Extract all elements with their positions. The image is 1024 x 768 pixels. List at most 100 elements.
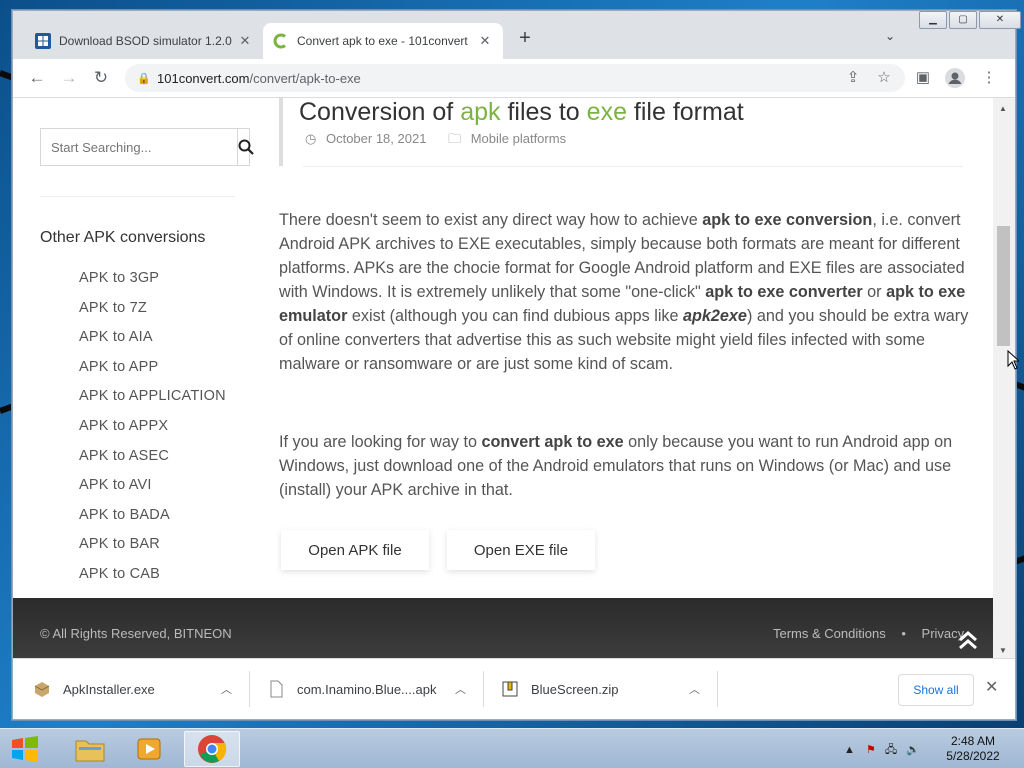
volume-icon[interactable]: 🔊 bbox=[906, 744, 920, 756]
scroll-up-arrow-icon[interactable]: ▲ bbox=[999, 104, 1007, 113]
101convert-favicon-icon bbox=[273, 33, 286, 49]
download-item[interactable]: ApkInstaller.exe ︿ bbox=[33, 673, 233, 705]
download-filename: com.Inamino.Blue....apk bbox=[297, 681, 437, 697]
download-divider bbox=[717, 671, 718, 707]
package-file-icon bbox=[34, 682, 50, 697]
chrome-icon bbox=[198, 735, 227, 763]
sidebar-item[interactable]: APK to ASEC bbox=[79, 448, 226, 478]
close-download-shelf-icon[interactable]: ✕ bbox=[985, 677, 998, 697]
close-tab-icon[interactable]: ✕ bbox=[477, 33, 493, 49]
url-host: 101convert.com bbox=[157, 70, 250, 86]
tab-strip: Download BSOD simulator 1.2.0 ✕ Convert … bbox=[13, 11, 1021, 59]
zip-archive-icon bbox=[502, 681, 518, 697]
tab-title: Download BSOD simulator 1.2.0 bbox=[59, 34, 232, 48]
sidebar-heading: Other APK conversions bbox=[40, 229, 206, 246]
browser-toolbar: ← → ↻ 🔒 101convert.com/convert/apk-to-ex… bbox=[13, 59, 1015, 98]
maximize-button[interactable]: ▢ bbox=[949, 11, 977, 29]
download-divider bbox=[483, 671, 484, 707]
taskbar: ▲ ⚑ 🖧 🔊 2:48 AM 5/28/2022 bbox=[0, 728, 1024, 768]
tab-bsod-simulator[interactable]: Download BSOD simulator 1.2.0 ✕ bbox=[25, 23, 263, 59]
site-footer: © All Rights Reserved, BITNEON Terms & C… bbox=[13, 598, 993, 658]
taskbar-chrome[interactable] bbox=[184, 731, 240, 767]
search-button[interactable] bbox=[237, 129, 254, 165]
clock-icon: ◷ bbox=[305, 131, 317, 146]
download-item[interactable]: BlueScreen.zip ︿ bbox=[501, 673, 701, 705]
site-search bbox=[40, 128, 254, 166]
article-meta: ◷ October 18, 2021 🗀 Mobile platforms bbox=[305, 130, 572, 152]
file-icon bbox=[270, 680, 283, 698]
sidebar-item[interactable]: APK to AIA bbox=[79, 329, 226, 359]
network-icon[interactable]: 🖧 bbox=[885, 744, 897, 756]
sidebar-item[interactable]: APK to CAB bbox=[79, 566, 226, 596]
search-input[interactable] bbox=[41, 129, 237, 165]
download-shelf: ApkInstaller.exe ︿ com.Inamino.Blue....a… bbox=[13, 658, 1015, 719]
sidebar-item[interactable]: APK to APPX bbox=[79, 418, 226, 448]
footer-links: Terms & Conditions • Privacy bbox=[773, 626, 964, 641]
search-icon bbox=[238, 139, 254, 155]
profile-avatar-icon[interactable] bbox=[945, 68, 965, 88]
article-paragraph: If you are looking for way to convert ap… bbox=[279, 433, 953, 499]
back-arrow-icon[interactable]: ← bbox=[25, 67, 49, 89]
sidebar-item[interactable]: APK to BADA bbox=[79, 507, 226, 537]
sidebar-item[interactable]: APK to BAR bbox=[79, 536, 226, 566]
action-center-flag-icon[interactable]: ⚑ bbox=[866, 744, 876, 756]
sidebar-item[interactable]: APK to 3GP bbox=[79, 270, 226, 300]
url-path: /convert/apk-to-exe bbox=[249, 70, 361, 86]
terms-link[interactable]: Terms & Conditions bbox=[773, 626, 886, 641]
folder-icon: 🗀 bbox=[448, 131, 462, 146]
window-controls: ▁ ▢ ✕ bbox=[917, 11, 1021, 29]
chevron-up-icon[interactable]: ︿ bbox=[455, 681, 466, 697]
clock-date: 5/28/2022 bbox=[946, 749, 1000, 763]
article-header: Conversion of apk files to exe file form… bbox=[279, 98, 744, 166]
share-icon[interactable]: ⇪ bbox=[843, 68, 863, 88]
scroll-down-arrow-icon[interactable]: ▼ bbox=[999, 646, 1007, 655]
article-title: Conversion of apk files to exe file form… bbox=[299, 98, 744, 126]
show-all-downloads-button[interactable]: Show all bbox=[898, 674, 974, 706]
footer-copyright: © All Rights Reserved, BITNEON bbox=[40, 626, 232, 641]
tab-search-chevron-icon[interactable]: ⌄ bbox=[885, 29, 895, 43]
address-bar[interactable]: 🔒 101convert.com/convert/apk-to-exe bbox=[125, 64, 905, 92]
tab-title: Convert apk to exe - 101convert bbox=[297, 34, 468, 48]
chevron-up-icon[interactable]: ︿ bbox=[221, 681, 232, 697]
windows-favicon-icon bbox=[35, 33, 51, 49]
sidebar-item[interactable]: APK to APP bbox=[79, 359, 226, 389]
lock-icon: 🔒 bbox=[137, 72, 151, 85]
scrollbar-thumb[interactable] bbox=[997, 226, 1010, 346]
bookmark-star-icon[interactable]: ☆ bbox=[874, 68, 894, 88]
start-button-windows-icon[interactable] bbox=[10, 735, 40, 763]
mouse-cursor-icon bbox=[1007, 350, 1019, 370]
page-content: Other APK conversions APK to 3GP APK to … bbox=[13, 98, 993, 658]
chevron-up-icon[interactable]: ︿ bbox=[689, 681, 700, 697]
taskbar-file-explorer[interactable] bbox=[62, 731, 118, 767]
close-tab-icon[interactable]: ✕ bbox=[237, 33, 253, 49]
open-apk-button[interactable]: Open APK file bbox=[281, 530, 429, 570]
reload-icon[interactable]: ↻ bbox=[89, 67, 113, 89]
sidebar-divider bbox=[40, 196, 235, 197]
system-tray: ▲ ⚑ 🖧 🔊 bbox=[844, 741, 920, 760]
minimize-button[interactable]: ▁ bbox=[919, 11, 947, 29]
taskbar-media-player[interactable] bbox=[122, 731, 178, 767]
scroll-to-top-icon[interactable] bbox=[953, 628, 983, 658]
close-window-button[interactable]: ✕ bbox=[979, 11, 1021, 29]
tab-101convert[interactable]: Convert apk to exe - 101convert ✕ bbox=[263, 23, 503, 59]
footer-bullet: • bbox=[901, 626, 906, 641]
sidebar-item[interactable]: APK to APPLICATION bbox=[79, 388, 226, 418]
article-category[interactable]: Mobile platforms bbox=[471, 131, 566, 146]
article-paragraph: There doesn't seem to exist any direct w… bbox=[279, 211, 969, 373]
show-hidden-icons-icon[interactable]: ▲ bbox=[844, 744, 855, 756]
forward-arrow-icon[interactable]: → bbox=[57, 67, 81, 89]
download-filename: BlueScreen.zip bbox=[531, 681, 619, 697]
open-exe-button[interactable]: Open EXE file bbox=[447, 530, 595, 570]
sidebar-item[interactable]: APK to AVI bbox=[79, 477, 226, 507]
page-scrollbar[interactable]: ▲ ▼ bbox=[993, 98, 1015, 658]
browser-window: Download BSOD simulator 1.2.0 ✕ Convert … bbox=[12, 10, 1021, 720]
new-tab-button[interactable]: + bbox=[513, 27, 537, 51]
sidebar-item[interactable]: APK to 7Z bbox=[79, 300, 226, 330]
download-item[interactable]: com.Inamino.Blue....apk ︿ bbox=[267, 673, 467, 705]
download-divider bbox=[249, 671, 250, 707]
menu-kebab-icon[interactable]: ⋮ bbox=[979, 68, 999, 88]
article-date: October 18, 2021 bbox=[325, 131, 427, 146]
side-panel-icon[interactable]: ▣ bbox=[913, 68, 933, 88]
header-divider bbox=[303, 166, 963, 167]
taskbar-clock[interactable]: 2:48 AM 5/28/2022 bbox=[938, 734, 1008, 764]
